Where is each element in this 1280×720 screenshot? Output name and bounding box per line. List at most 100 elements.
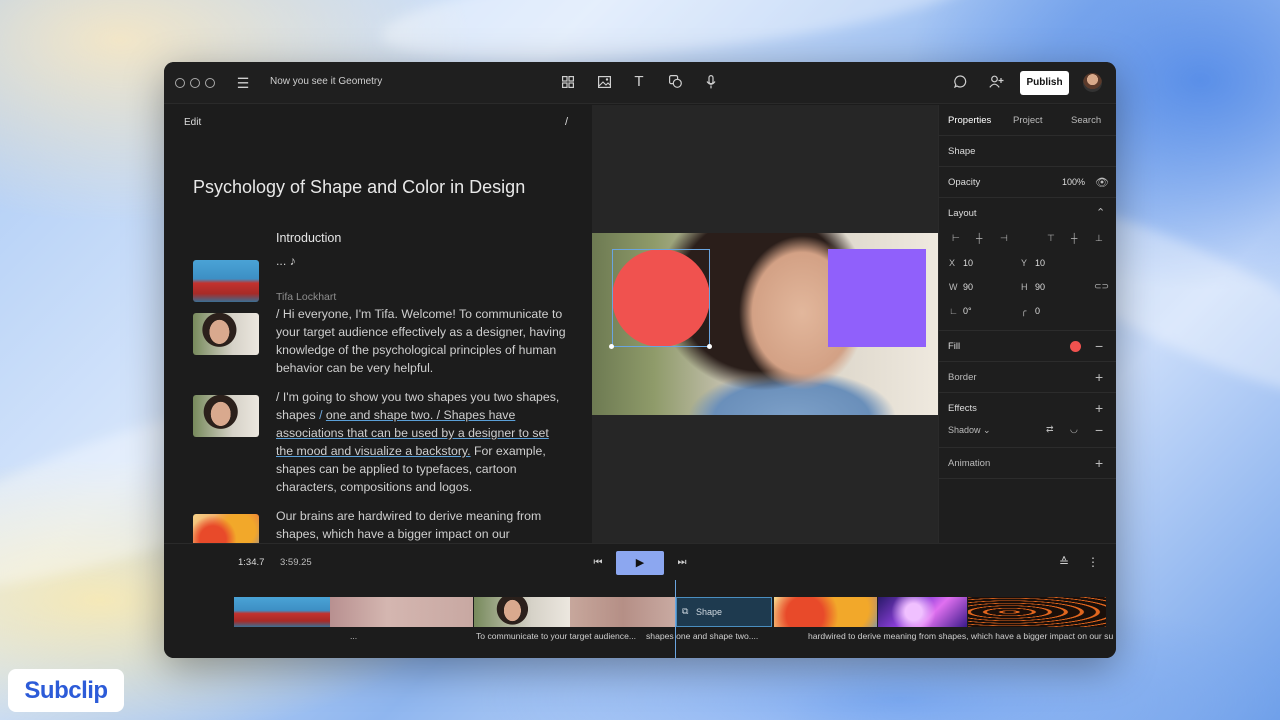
project-title[interactable]: Now you see it Geometry — [270, 76, 382, 87]
speaker-name: Tifa Lockhart — [276, 291, 337, 303]
x-value[interactable]: 10 — [963, 258, 973, 268]
transcript-paragraph[interactable]: Our brains are hardwired to derive meani… — [276, 507, 566, 543]
image-icon[interactable] — [596, 75, 612, 91]
align-center-h-icon[interactable]: ┼ — [976, 233, 982, 243]
timeline-clip[interactable] — [878, 597, 967, 627]
window-dot-icon[interactable] — [205, 78, 215, 88]
timeline-clip[interactable] — [968, 597, 1106, 627]
section-heading[interactable]: Introduction — [276, 231, 341, 245]
settings-sliders-icon[interactable]: ⇄ — [1046, 424, 1054, 435]
fit-timeline-icon[interactable]: ≙ — [1057, 554, 1071, 570]
shape-clip-label: Shape — [696, 607, 723, 617]
playhead[interactable] — [675, 580, 676, 658]
transcript-paragraph[interactable]: / Hi everyone, I'm Tifa. Welcome! To com… — [276, 305, 566, 377]
add-animation-icon[interactable]: + — [1095, 456, 1103, 470]
publish-button[interactable]: Publish — [1020, 71, 1069, 95]
rotation-value[interactable]: 0° — [963, 306, 972, 316]
selection-row: Shape — [939, 136, 1116, 167]
slash-button[interactable]: / — [565, 116, 568, 128]
clip-caption: hardwired to derive meaning from shapes,… — [808, 631, 1114, 641]
clip-thumbnail[interactable] — [193, 514, 259, 543]
timeline-clip[interactable] — [330, 597, 473, 627]
preview-canvas — [592, 105, 938, 543]
avatar[interactable] — [1083, 73, 1102, 92]
align-top-icon[interactable]: ⊤ — [1047, 233, 1055, 244]
more-options-icon[interactable]: ⋮ — [1086, 554, 1100, 570]
clip-thumbnail[interactable] — [193, 395, 259, 437]
shape-icon: ⧉ — [682, 606, 689, 616]
shadow-label: Shadow — [948, 425, 981, 435]
clip-separator[interactable]: / — [319, 408, 326, 422]
menu-icon[interactable]: ☰ — [235, 75, 251, 91]
clip-thumbnail[interactable] — [193, 313, 259, 355]
microphone-icon[interactable] — [703, 75, 719, 92]
animation-label: Animation — [948, 458, 991, 469]
properties-panel: Properties Project Search Shape Opacity … — [938, 105, 1116, 543]
clip-caption: shapes one and shape two.... — [646, 631, 759, 641]
align-left-icon[interactable]: ⊢ — [952, 233, 960, 244]
grid-icon[interactable] — [560, 75, 576, 91]
total-time: 3:59.25 — [280, 557, 312, 568]
window-dot-icon[interactable] — [190, 78, 200, 88]
chevron-up-icon[interactable]: ⌃ — [1096, 206, 1105, 219]
timeline-clip[interactable] — [774, 597, 877, 627]
resize-handle[interactable] — [707, 344, 712, 349]
timeline-clip[interactable] — [234, 597, 330, 627]
shadow-style-icon[interactable]: ◡ — [1070, 424, 1078, 435]
clip-caption: ... — [350, 631, 358, 641]
resize-handle[interactable] — [609, 344, 614, 349]
timeline-clip[interactable] — [570, 597, 676, 627]
shadow-dropdown[interactable]: Shadow ⌄ — [948, 425, 991, 436]
add-user-icon[interactable] — [987, 75, 1005, 91]
shape-clip[interactable]: ⧉ Shape — [676, 597, 772, 627]
radius-value[interactable]: 0 — [1035, 306, 1040, 316]
align-center-v-icon[interactable]: ┼ — [1071, 233, 1077, 243]
skip-forward-icon[interactable]: ⏭ — [675, 555, 689, 571]
add-effect-icon[interactable]: + — [1095, 401, 1103, 415]
add-border-icon[interactable]: + — [1095, 370, 1103, 384]
video-frame[interactable] — [592, 233, 938, 415]
current-time: 1:34.7 — [238, 557, 265, 568]
fill-color-swatch[interactable] — [1070, 341, 1081, 352]
shape-icon[interactable] — [667, 75, 683, 91]
fill-row: Fill − — [939, 331, 1116, 362]
eye-icon[interactable]: 👁 — [1095, 176, 1109, 189]
edit-label[interactable]: Edit — [184, 117, 201, 128]
clip-caption: To communicate to your target audience..… — [476, 631, 637, 641]
play-button[interactable]: ▶ — [616, 551, 664, 575]
tab-properties[interactable]: Properties — [948, 115, 991, 126]
skip-back-icon[interactable]: ⏮ — [591, 555, 605, 571]
play-icon: ▶ — [635, 557, 645, 569]
comment-icon[interactable] — [952, 75, 968, 91]
rotation-icon: ∟ — [949, 306, 958, 316]
transcript-line[interactable]: ... ♪ — [276, 252, 566, 270]
animation-row: Animation + — [939, 448, 1116, 479]
tab-project[interactable]: Project — [1013, 115, 1043, 126]
remove-fill-icon[interactable]: − — [1095, 339, 1103, 353]
opacity-value[interactable]: 100% — [1062, 177, 1085, 187]
align-right-icon[interactable]: ⊣ — [1000, 233, 1008, 244]
radius-icon: ╭ — [1021, 306, 1027, 316]
square-shape[interactable] — [828, 249, 926, 347]
align-bottom-icon[interactable]: ⊥ — [1095, 233, 1103, 244]
h-label: H — [1021, 282, 1028, 292]
text-icon[interactable]: T — [631, 74, 647, 90]
selection-box[interactable] — [612, 249, 710, 347]
transcript-paragraph[interactable]: / I'm going to show you two shapes you t… — [276, 388, 566, 496]
y-value[interactable]: 10 — [1035, 258, 1045, 268]
y-label: Y — [1021, 258, 1028, 268]
x-label: X — [949, 258, 956, 268]
timeline-clip[interactable] — [474, 597, 570, 627]
h-value[interactable]: 90 — [1035, 282, 1045, 292]
transcript-panel: Edit / Psychology of Shape and Color in … — [164, 105, 591, 543]
timeline-panel: 1:34.7 3:59.25 ⏮ ▶ ⏭ ≙ ⋮ ⧉ Shape ... To … — [164, 543, 1116, 658]
tab-search[interactable]: Search — [1071, 115, 1101, 126]
remove-effect-icon[interactable]: − — [1095, 423, 1103, 437]
fill-label: Fill — [948, 341, 961, 352]
border-label: Border — [948, 372, 977, 383]
clip-thumbnail[interactable] — [193, 260, 259, 302]
window-dot-icon[interactable] — [175, 78, 185, 88]
link-icon[interactable]: ⊂⊃ — [1094, 281, 1109, 292]
w-value[interactable]: 90 — [963, 282, 973, 292]
document-title[interactable]: Psychology of Shape and Color in Design — [193, 177, 525, 198]
